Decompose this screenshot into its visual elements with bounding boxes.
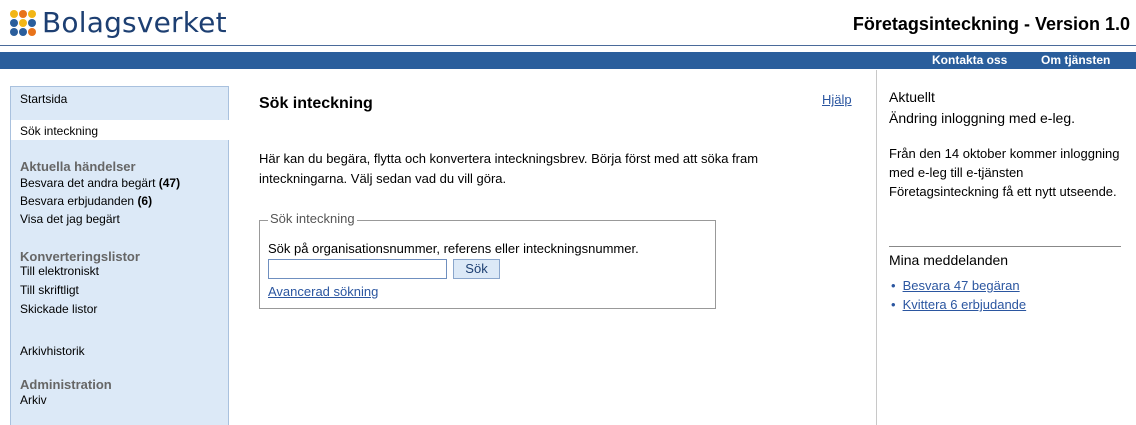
logo[interactable]: Bolagsverket [10,6,227,39]
sidebar-item-answer-offers[interactable]: Besvara erbjudanden (6) [20,194,152,208]
header-divider [0,45,1136,46]
bullet-icon: • [891,297,896,312]
sidebar: Startsida Sök inteckning Aktuella händel… [10,86,229,425]
sidebar-item-answer-requests[interactable]: Besvara det andra begärt (47) [20,176,180,190]
search-button[interactable]: Sök [453,259,500,279]
search-description: Sök på organisationsnummer, referens ell… [268,241,639,256]
sidebar-heading-conversion: Konverteringslistor [20,249,140,264]
sidebar-item-archive-history[interactable]: Arkivhistorik [20,344,85,358]
sidebar-item-label: Besvara det andra begärt [20,176,156,190]
sidebar-item-home[interactable]: Startsida [20,92,67,106]
news-title: Ändring inloggning med e-leg. [889,110,1076,126]
help-link[interactable]: Hjälp [822,92,852,107]
right-divider [889,246,1121,247]
sidebar-item-label: Besvara erbjudanden [20,194,135,208]
sidebar-item-search[interactable]: Sök inteckning [20,124,98,138]
contact-link[interactable]: Kontakta oss [932,53,1007,67]
intro-text: Här kan du begära, flytta och konvertera… [259,151,759,186]
answer-requests-count: (47) [158,176,181,190]
sidebar-item-sent-lists[interactable]: Skickade listor [20,302,97,316]
news-body: Från den 14 oktober kommer inloggning me… [889,146,1120,199]
sidebar-item-archive[interactable]: Arkiv [20,393,47,407]
sidebar-item-to-electronic[interactable]: Till elektroniskt [20,264,99,278]
message-link-answer-requests[interactable]: Besvara 47 begäran [903,278,1020,293]
message-item: • Kvittera 6 erbjudande [891,297,1026,312]
bolagsverket-logo-icon [10,9,36,36]
current-heading: Aktuellt [889,89,935,105]
search-fieldset-legend: Sök inteckning [268,211,357,226]
messages-heading: Mina meddelanden [889,252,1009,268]
about-link[interactable]: Om tjänsten [1041,53,1110,67]
search-input[interactable] [268,259,447,279]
bullet-icon: • [891,278,896,293]
answer-offers-count: (6) [137,194,153,208]
app-title: Företagsinteckning - Version 1.0 [852,14,1130,34]
header: Bolagsverket Företagsinteckning - Versio… [0,0,1136,44]
right-column-divider [876,70,877,425]
advanced-search-link[interactable]: Avancerad sökning [268,284,378,299]
sidebar-item-my-requests[interactable]: Visa det jag begärt [20,212,120,226]
sidebar-item-to-written[interactable]: Till skriftligt [20,283,79,297]
top-nav-bar: Kontakta oss Om tjänsten [0,52,1136,69]
sidebar-heading-events: Aktuella händelser [20,159,136,174]
message-link-acknowledge-offers[interactable]: Kvittera 6 erbjudande [903,297,1027,312]
logo-text: Bolagsverket [42,6,227,39]
message-item: • Besvara 47 begäran [891,278,1020,293]
page-title: Sök inteckning [259,95,373,112]
sidebar-heading-admin: Administration [20,377,112,392]
